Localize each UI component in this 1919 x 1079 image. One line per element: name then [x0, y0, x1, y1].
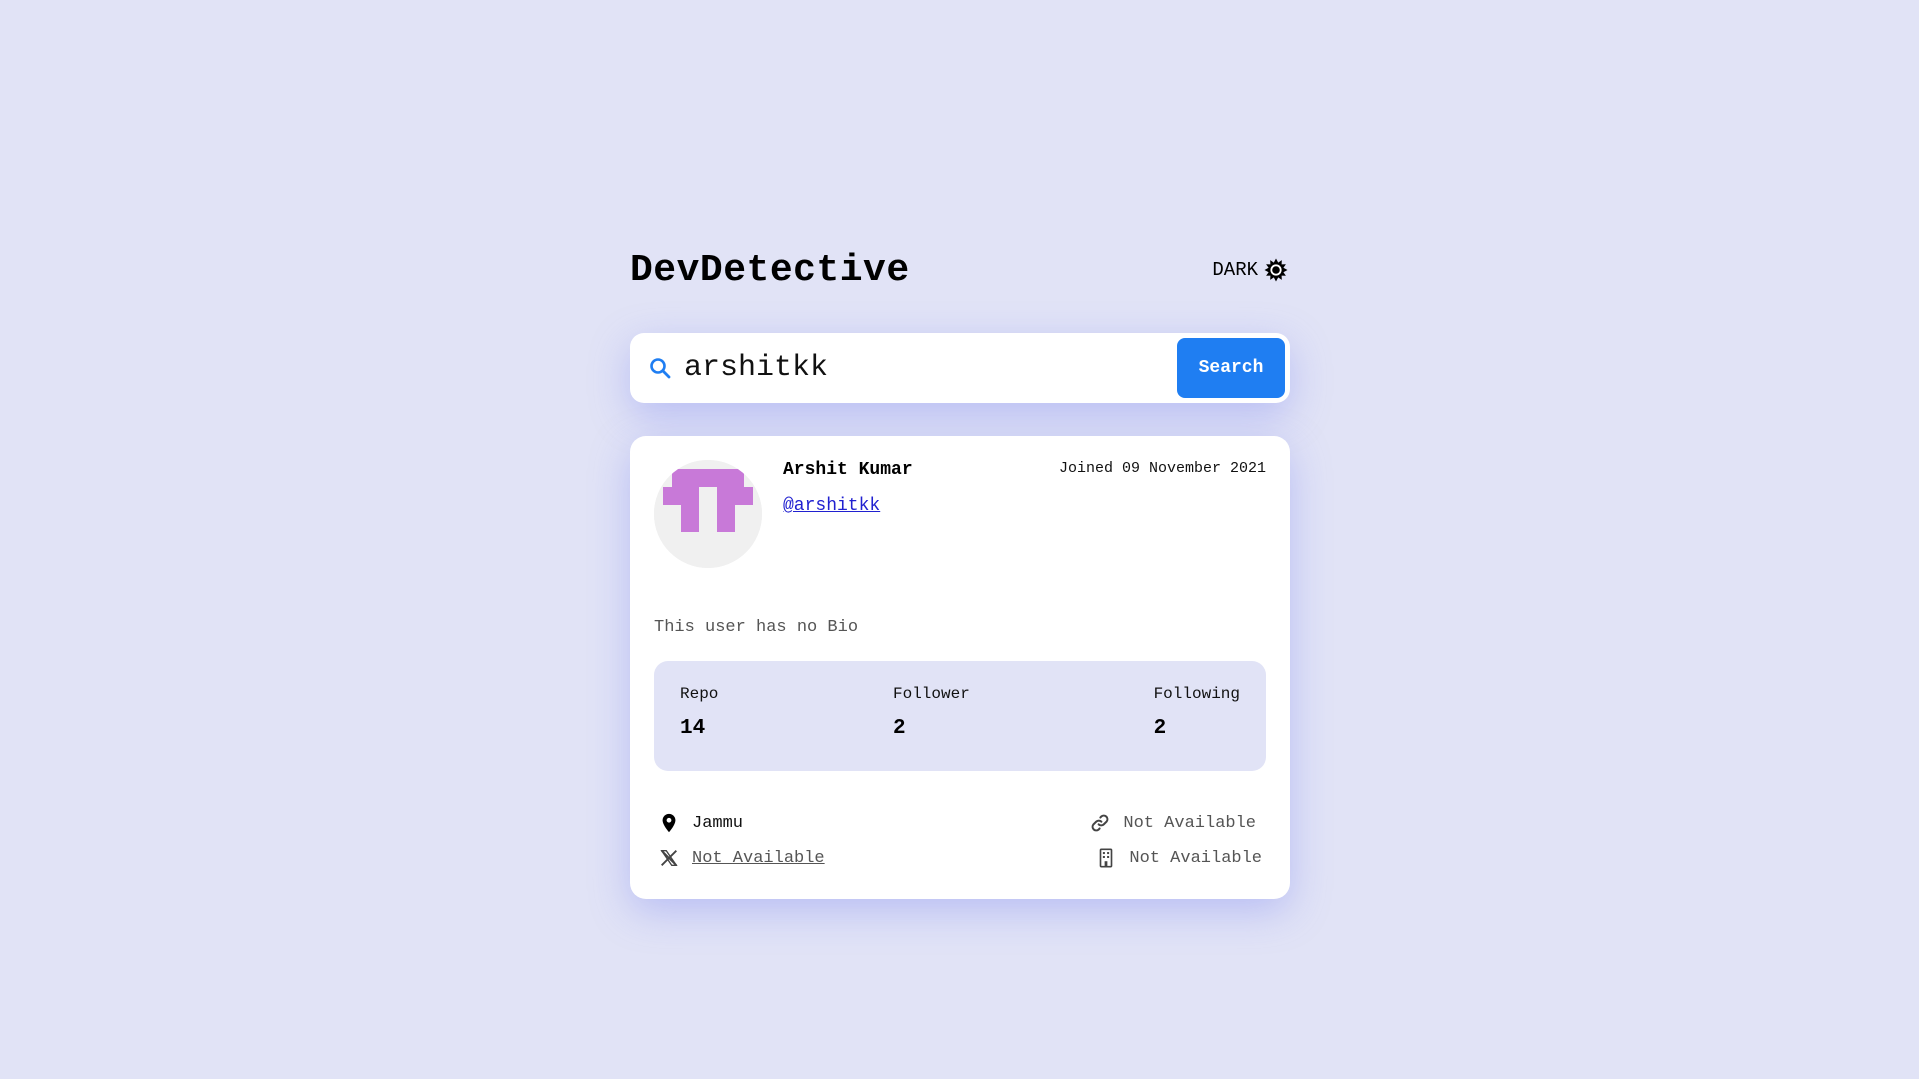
blog-text: Not Available — [1123, 813, 1256, 833]
blog-row: Not Available — [1089, 812, 1256, 834]
stat-repo: Repo 14 — [680, 685, 718, 740]
joined-date: Joined 09 November 2021 — [1058, 460, 1266, 477]
profile-card: Arshit Kumar @arshitkk Joined 09 Novembe… — [630, 436, 1290, 899]
profile-bio: This user has no Bio — [654, 618, 859, 637]
stat-follower: Follower 2 — [893, 685, 970, 740]
theme-toggle[interactable]: DARK — [1212, 258, 1288, 282]
stat-following-label: Following — [1153, 685, 1240, 703]
stat-following: Following 2 — [1154, 685, 1240, 740]
location-text: Jammu — [692, 813, 744, 833]
header: DevDetective DARK — [630, 240, 1290, 300]
sun-icon — [1264, 258, 1288, 282]
search-input[interactable] — [672, 338, 1177, 398]
twitter-link[interactable]: Not Available — [692, 849, 825, 868]
stat-following-value: 2 — [1153, 717, 1167, 740]
search-bar: Search — [630, 333, 1290, 403]
twitter-row: Not Available — [658, 847, 825, 869]
stats-panel: Repo 14 Follower 2 Following 2 — [654, 661, 1266, 771]
building-icon — [1095, 847, 1117, 869]
stat-follower-value: 2 — [893, 717, 906, 740]
profile-name: Arshit Kumar — [783, 460, 913, 480]
company-text: Not Available — [1129, 848, 1262, 868]
search-icon — [648, 356, 672, 380]
location-row: Jammu — [658, 812, 743, 834]
location-pin-icon — [658, 812, 680, 834]
app-container: DevDetective DARK Search — [630, 240, 1290, 899]
stat-repo-label: Repo — [680, 685, 719, 703]
link-icon — [1089, 812, 1111, 834]
stat-repo-value: 14 — [680, 717, 706, 740]
search-button[interactable]: Search — [1177, 338, 1285, 398]
stat-follower-label: Follower — [893, 685, 970, 703]
app-title: DevDetective — [630, 248, 910, 292]
company-row: Not Available — [1095, 847, 1262, 869]
x-twitter-icon — [658, 847, 680, 869]
avatar — [654, 460, 762, 568]
theme-label: DARK — [1212, 259, 1258, 281]
profile-handle-link[interactable]: @arshitkk — [783, 496, 880, 516]
